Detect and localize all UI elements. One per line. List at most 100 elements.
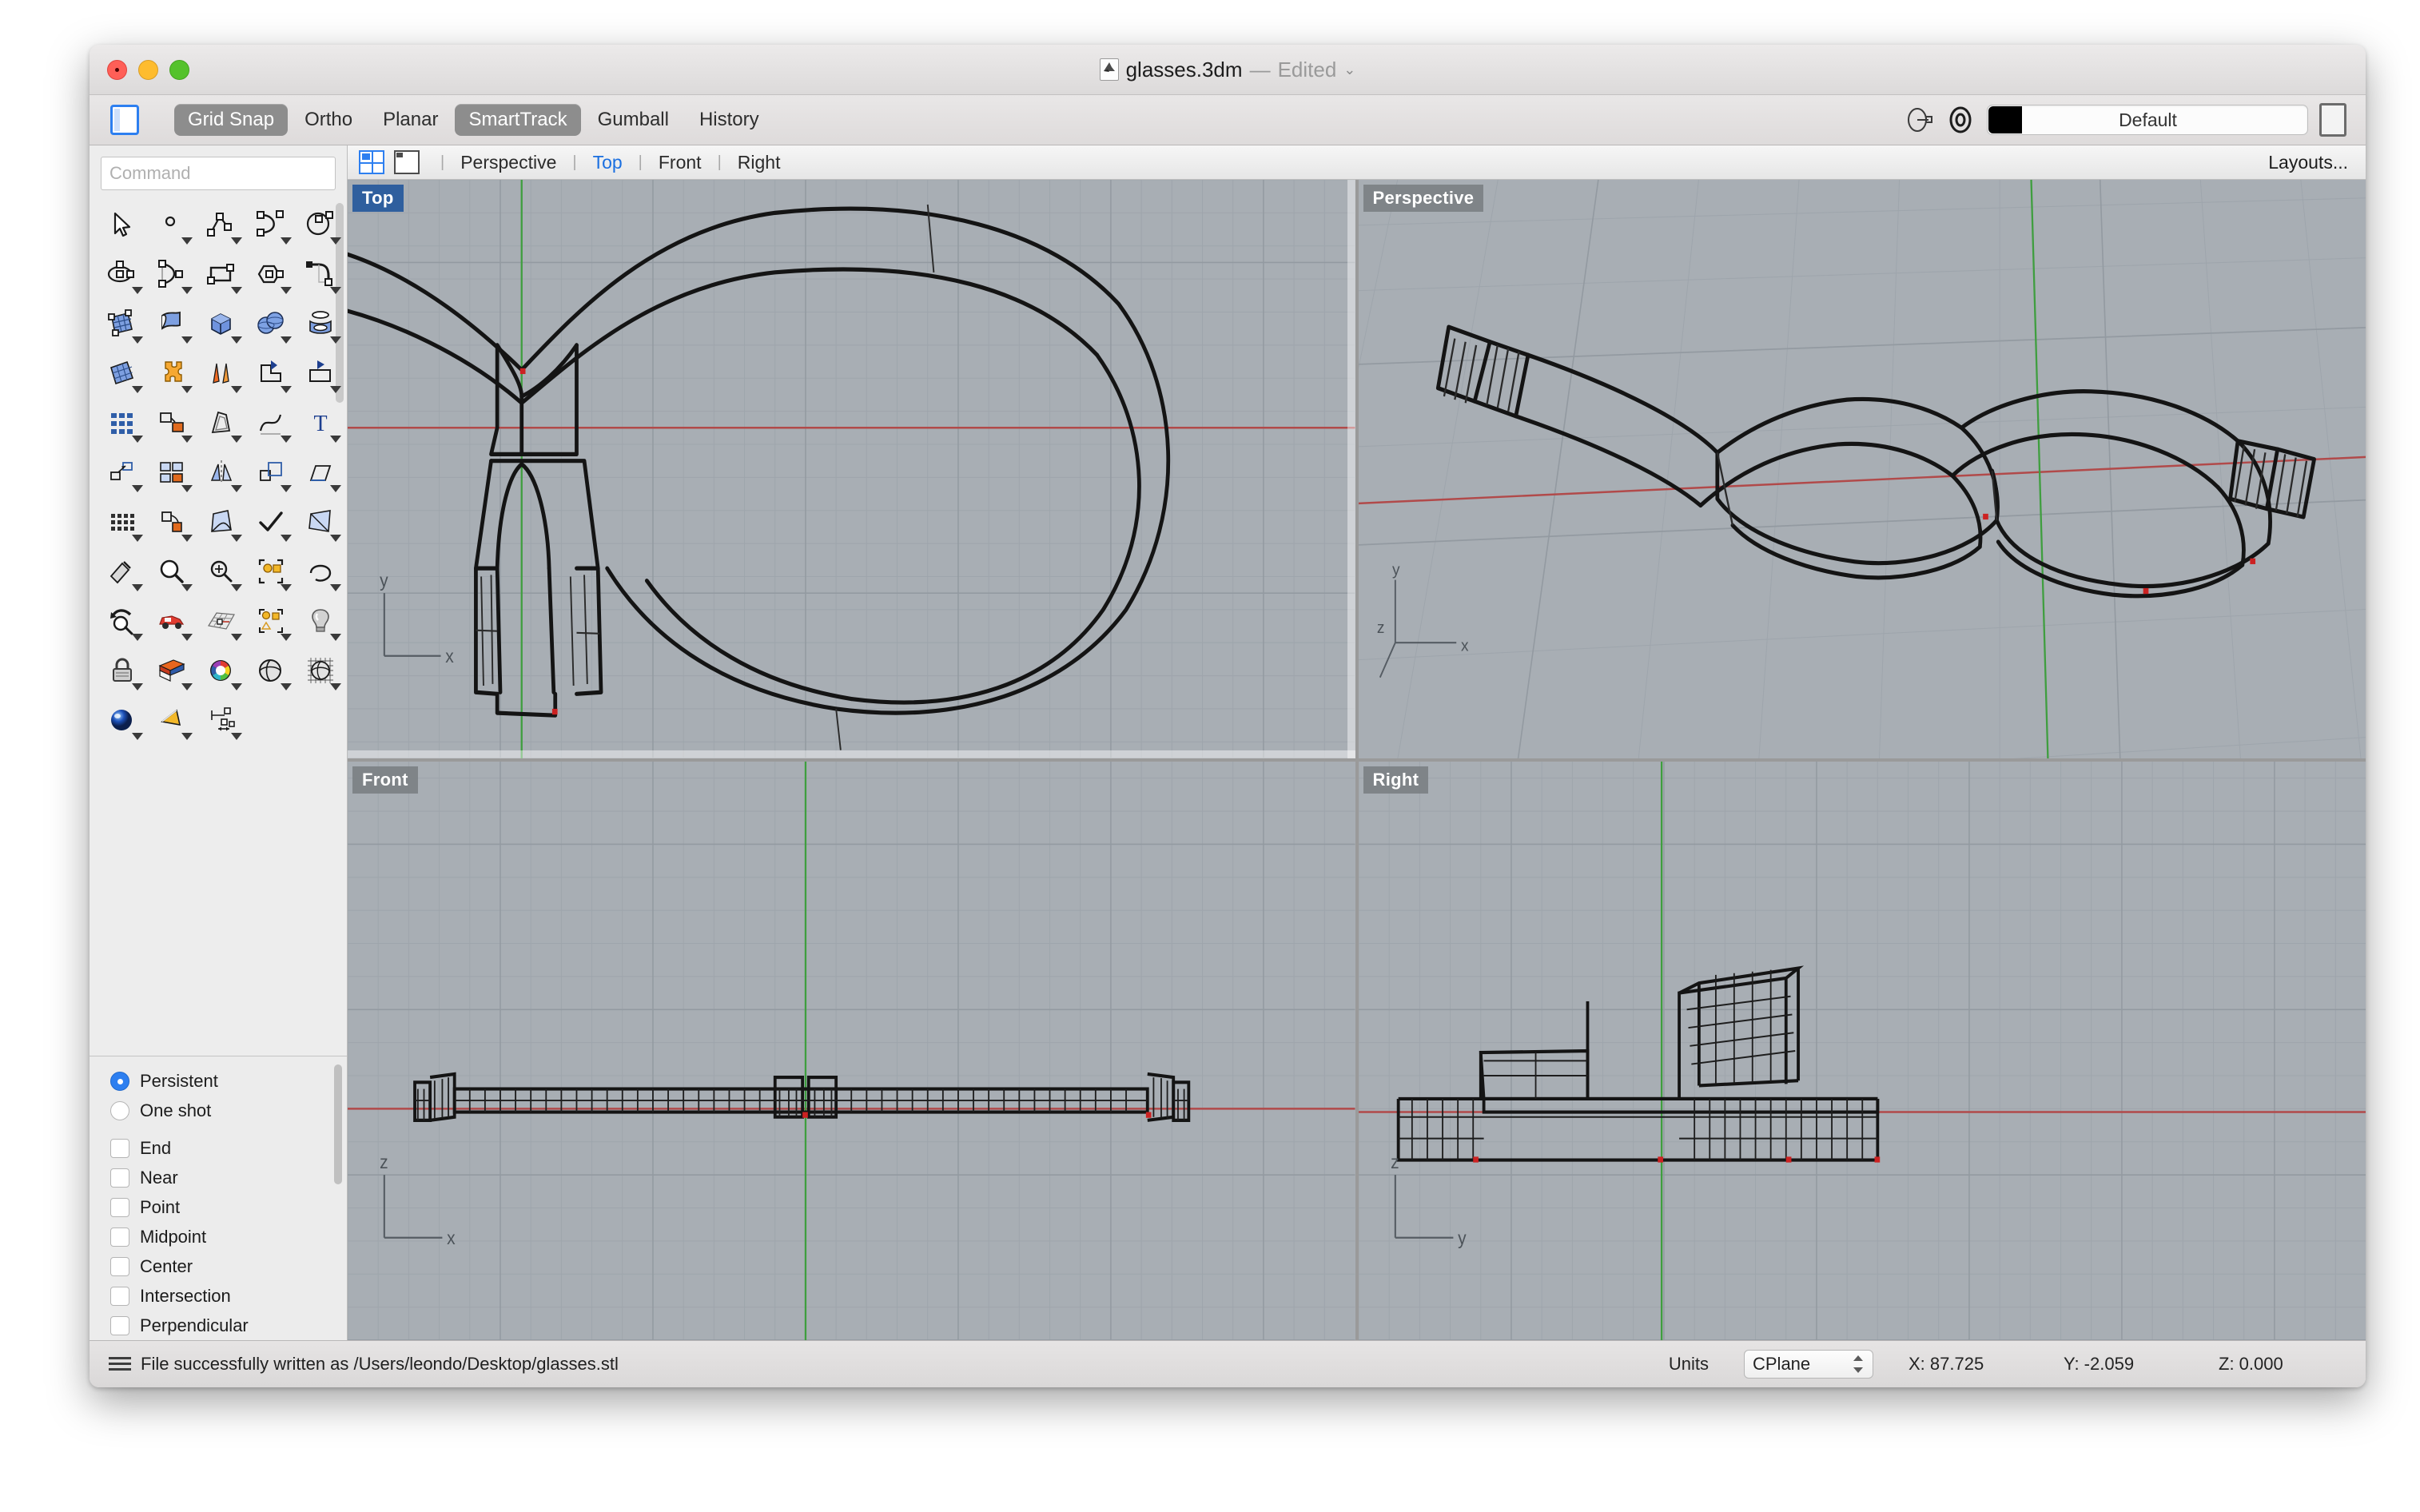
minimize-button[interactable] [138, 60, 158, 80]
radio-persistent[interactable] [110, 1072, 129, 1091]
copy-icon[interactable] [147, 448, 197, 497]
hamburger-menu-icon[interactable] [109, 1356, 131, 1372]
zoom-icon[interactable] [147, 547, 197, 596]
mesh-sphere-icon[interactable] [296, 646, 345, 695]
planar-button[interactable]: Planar [369, 104, 452, 136]
left-sidebar-toggle-icon[interactable] [110, 105, 139, 135]
car-render-icon[interactable] [147, 596, 197, 646]
layer-color-swatch[interactable] [1988, 106, 2022, 133]
chevron-down-icon[interactable]: ⌄ [1343, 62, 1355, 78]
checkbox-intersection[interactable] [110, 1287, 129, 1306]
viewport-label-top[interactable]: Top [352, 185, 404, 212]
viewport-top-hscrollbar[interactable] [348, 750, 1355, 758]
shade-sphere-icon[interactable] [246, 646, 296, 695]
cplane-icon[interactable] [197, 596, 246, 646]
viewport-right[interactable]: z y Right [1359, 762, 2366, 1340]
fillet-curve-icon[interactable] [296, 249, 345, 299]
revolve-surface-icon[interactable] [296, 299, 345, 348]
taper-icon[interactable] [296, 497, 345, 547]
point-icon[interactable] [147, 200, 197, 249]
tab-front[interactable]: Front [654, 152, 706, 173]
checkbox-end[interactable] [110, 1139, 129, 1158]
boolean-union-icon[interactable] [147, 348, 197, 398]
osnap-scrollbar[interactable] [334, 1064, 342, 1184]
light-bulb-icon[interactable] [296, 596, 345, 646]
transform-icon[interactable] [147, 398, 197, 448]
text-icon[interactable]: T [296, 398, 345, 448]
mirror-icon[interactable] [197, 448, 246, 497]
radio-one-shot[interactable] [110, 1101, 129, 1120]
polyline-icon[interactable] [197, 200, 246, 249]
zoom-button[interactable] [169, 60, 189, 80]
window-controls[interactable] [107, 45, 189, 94]
checkbox-point[interactable] [110, 1198, 129, 1217]
curve-tools-icon[interactable] [246, 398, 296, 448]
close-button[interactable] [107, 60, 127, 80]
viewport-label-right[interactable]: Right [1363, 766, 1429, 794]
cap-icon[interactable] [296, 348, 345, 398]
extrude-surface-icon[interactable] [147, 299, 197, 348]
checkbox-center[interactable] [110, 1257, 129, 1276]
grid-snap-button[interactable]: Grid Snap [174, 104, 288, 136]
layer-key-icon[interactable] [1904, 105, 1934, 135]
viewport-top[interactable]: y x Top [348, 180, 1355, 758]
lock-icon[interactable] [98, 646, 147, 695]
select-lasso-icon[interactable] [296, 547, 345, 596]
sphere-boolean-icon[interactable] [246, 299, 296, 348]
gumball-button[interactable]: Gumball [584, 104, 683, 136]
four-view-layout-icon[interactable] [359, 150, 384, 174]
command-input[interactable] [101, 157, 336, 190]
offset-icon[interactable] [197, 398, 246, 448]
zoom-previous-icon[interactable] [98, 596, 147, 646]
checkbox-near[interactable] [110, 1168, 129, 1188]
select-arrow-icon[interactable] [98, 200, 147, 249]
paint-icon[interactable] [98, 547, 147, 596]
osnap-perpendicular[interactable]: Perpendicular [110, 1311, 347, 1340]
current-layer-selector[interactable]: Default [1987, 105, 2308, 135]
scale-icon[interactable] [246, 448, 296, 497]
shear-icon[interactable] [296, 448, 345, 497]
osnap-intersection[interactable]: Intersection [110, 1281, 347, 1311]
osnap-midpoint[interactable]: Midpoint [110, 1222, 347, 1251]
viewport-front[interactable]: z x Front [348, 762, 1355, 1340]
osnap-end[interactable]: End [110, 1133, 347, 1163]
history-button[interactable]: History [686, 104, 773, 136]
check-icon[interactable] [246, 497, 296, 547]
layout-objects-icon[interactable] [246, 596, 296, 646]
analyze-icon[interactable] [197, 547, 246, 596]
move-icon[interactable] [98, 448, 147, 497]
tab-right[interactable]: Right [733, 152, 786, 173]
ellipse-icon[interactable] [98, 249, 147, 299]
single-view-layout-icon[interactable] [394, 150, 420, 174]
dimension-icon[interactable] [197, 695, 246, 745]
trim-icon[interactable] [246, 348, 296, 398]
bend-icon[interactable] [197, 497, 246, 547]
arc-icon[interactable] [147, 249, 197, 299]
surface-from-points-icon[interactable] [98, 299, 147, 348]
rotate-icon[interactable] [147, 497, 197, 547]
polygon-icon[interactable] [246, 249, 296, 299]
split-icon[interactable] [197, 348, 246, 398]
render-sphere-icon[interactable] [98, 695, 147, 745]
curve-icon[interactable] [246, 200, 296, 249]
osnap-point[interactable]: Point [110, 1192, 347, 1222]
osnap-mode-persistent[interactable]: Persistent [110, 1066, 347, 1096]
tab-perspective[interactable]: Perspective [456, 152, 561, 173]
grid-array-icon[interactable] [98, 497, 147, 547]
chevron-updown-icon[interactable] [1853, 1355, 1865, 1374]
camera-icon[interactable] [147, 695, 197, 745]
viewport-label-perspective[interactable]: Perspective [1363, 185, 1484, 212]
rectangle-icon[interactable] [197, 249, 246, 299]
layouts-button[interactable]: Layouts... [2268, 152, 2366, 173]
viewport-top-vscrollbar[interactable] [1347, 180, 1355, 758]
material-icon[interactable] [147, 646, 197, 695]
layer-target-icon[interactable] [1945, 105, 1976, 135]
box-icon[interactable] [197, 299, 246, 348]
viewport-label-front[interactable]: Front [352, 766, 418, 794]
checkbox-midpoint[interactable] [110, 1228, 129, 1247]
ortho-button[interactable]: Ortho [291, 104, 366, 136]
right-panel-toggle-icon[interactable] [2319, 103, 2346, 137]
viewport-perspective[interactable]: y x z Perspective [1359, 180, 2366, 758]
cplane-dropdown[interactable]: CPlane [1744, 1350, 1873, 1379]
surface-edit-icon[interactable] [98, 348, 147, 398]
